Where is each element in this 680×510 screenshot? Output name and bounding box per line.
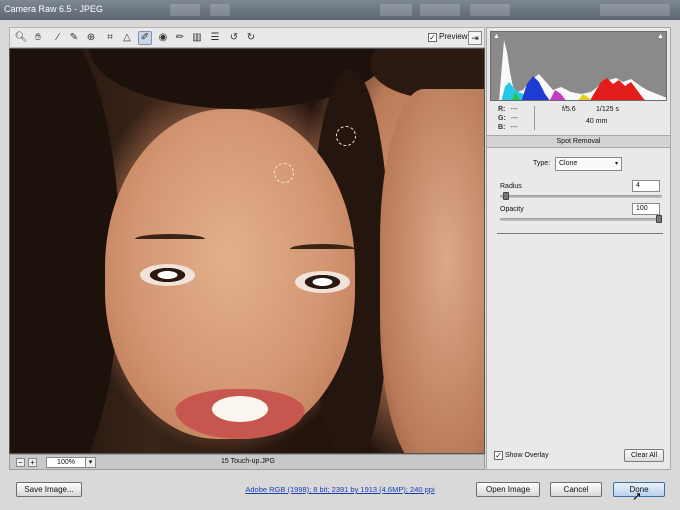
photo-eye-left xyxy=(140,264,195,286)
section-title: Spot Removal xyxy=(487,135,670,148)
radius-slider-handle[interactable] xyxy=(503,192,510,200)
file-name: 15 Touch-up.JPG xyxy=(221,458,275,465)
fullscreen-toggle-icon[interactable]: ⇥ xyxy=(468,31,482,45)
blurred-title-bar-area xyxy=(210,4,230,16)
tool-bar: 🔍︎ ✋︎ ⁄ ✎ ⊕ ⌗ △ ✐ ◉ ✏ ▥ ☰ ↺ ↻ ✓ Preview ⇥ xyxy=(9,27,485,48)
status-bar: − + 100% ▾ 15 Touch-up.JPG xyxy=(9,454,485,470)
straighten-icon[interactable]: △ xyxy=(120,31,134,45)
zoom-icon[interactable]: 🔍︎ xyxy=(14,31,28,45)
adjustment-brush-icon[interactable]: ✏ xyxy=(173,31,187,45)
histogram-graph xyxy=(499,40,666,100)
blurred-title-bar-area xyxy=(600,4,670,16)
clear-all-button[interactable]: Clear All xyxy=(624,449,664,462)
chevron-down-icon: ▾ xyxy=(614,161,618,167)
divider xyxy=(497,233,663,234)
color-sampler-icon[interactable]: ✎ xyxy=(67,31,81,45)
radius-slider[interactable] xyxy=(500,192,662,200)
preview-checkbox[interactable]: ✓ Preview xyxy=(428,32,467,42)
spot-source-circle[interactable] xyxy=(336,126,356,146)
hand-icon[interactable]: ✋︎ xyxy=(31,31,45,45)
cancel-button[interactable]: Cancel xyxy=(550,482,602,497)
crop-icon[interactable]: ⌗ xyxy=(103,31,117,45)
radius-field[interactable]: 4 xyxy=(632,180,660,192)
g-readout: G: --- xyxy=(498,115,518,122)
white-balance-icon[interactable]: ⁄ xyxy=(51,31,65,45)
preferences-icon[interactable]: ☰ xyxy=(208,31,222,45)
highlight-clipping-icon[interactable]: ▲ xyxy=(657,33,665,41)
focal-length-value: 40 mm xyxy=(586,118,608,125)
image-preview[interactable] xyxy=(9,48,485,454)
type-select[interactable]: Clone ▾ xyxy=(555,157,622,171)
right-panel: ▲ ▲ R: --- G: --- B: --- f/5.6 1/125 s 40 m… xyxy=(486,27,671,470)
photo-brow-left xyxy=(135,234,205,244)
type-label: Type: xyxy=(533,160,551,167)
aperture-value: f/5.6 xyxy=(562,106,576,113)
red-eye-icon[interactable]: ◉ xyxy=(156,31,170,45)
title-bar: Camera Raw 6.5 - JPEG xyxy=(0,0,680,20)
show-overlay-check-icon[interactable]: ✓ xyxy=(494,451,503,460)
target-adjustment-icon[interactable]: ⊕ xyxy=(84,31,98,45)
photo-man-face xyxy=(380,89,484,453)
blurred-title-bar-area xyxy=(420,4,460,16)
show-overlay-label: Show Overlay xyxy=(505,452,549,459)
opacity-slider-handle[interactable] xyxy=(656,215,662,223)
mouse-cursor-icon: ➚ xyxy=(632,489,643,503)
shutter-value: 1/125 s xyxy=(596,106,619,113)
graduated-filter-icon[interactable]: ▥ xyxy=(190,31,204,45)
type-value: Clone xyxy=(559,160,578,167)
photo-eye-right xyxy=(295,271,350,293)
preview-label: Preview xyxy=(439,32,468,41)
opacity-slider[interactable] xyxy=(500,215,662,223)
r-readout: R: --- xyxy=(498,106,518,113)
blurred-title-bar-area xyxy=(170,4,200,16)
rotate-right-icon[interactable]: ↻ xyxy=(244,31,258,45)
spot-target-circle[interactable] xyxy=(274,163,294,183)
rgb-readout: R: --- G: --- B: --- f/5.6 1/125 s 40 mm xyxy=(490,103,667,133)
show-overlay-checkbox[interactable]: ✓ Show Overlay xyxy=(494,451,549,460)
opacity-label: Opacity xyxy=(500,206,524,213)
histogram: ▲ ▲ xyxy=(490,31,667,101)
blurred-title-bar-area xyxy=(380,4,412,16)
spot-removal-icon[interactable]: ✐ xyxy=(138,31,152,45)
window-title: Camera Raw 6.5 - JPEG xyxy=(4,4,104,14)
photo-hair-left xyxy=(10,49,120,453)
open-image-button[interactable]: Open Image xyxy=(476,482,540,497)
radius-label: Radius xyxy=(500,183,522,190)
rotate-left-icon[interactable]: ↺ xyxy=(227,31,241,45)
photo-smile xyxy=(175,389,305,439)
opacity-field[interactable]: 100 xyxy=(632,203,660,215)
divider xyxy=(534,106,535,130)
preview-check-icon[interactable]: ✓ xyxy=(428,33,437,42)
shadow-clipping-icon[interactable]: ▲ xyxy=(493,33,501,41)
photo-brow-right xyxy=(290,244,355,254)
blurred-title-bar-area xyxy=(470,4,510,16)
b-readout: B: --- xyxy=(498,124,518,131)
